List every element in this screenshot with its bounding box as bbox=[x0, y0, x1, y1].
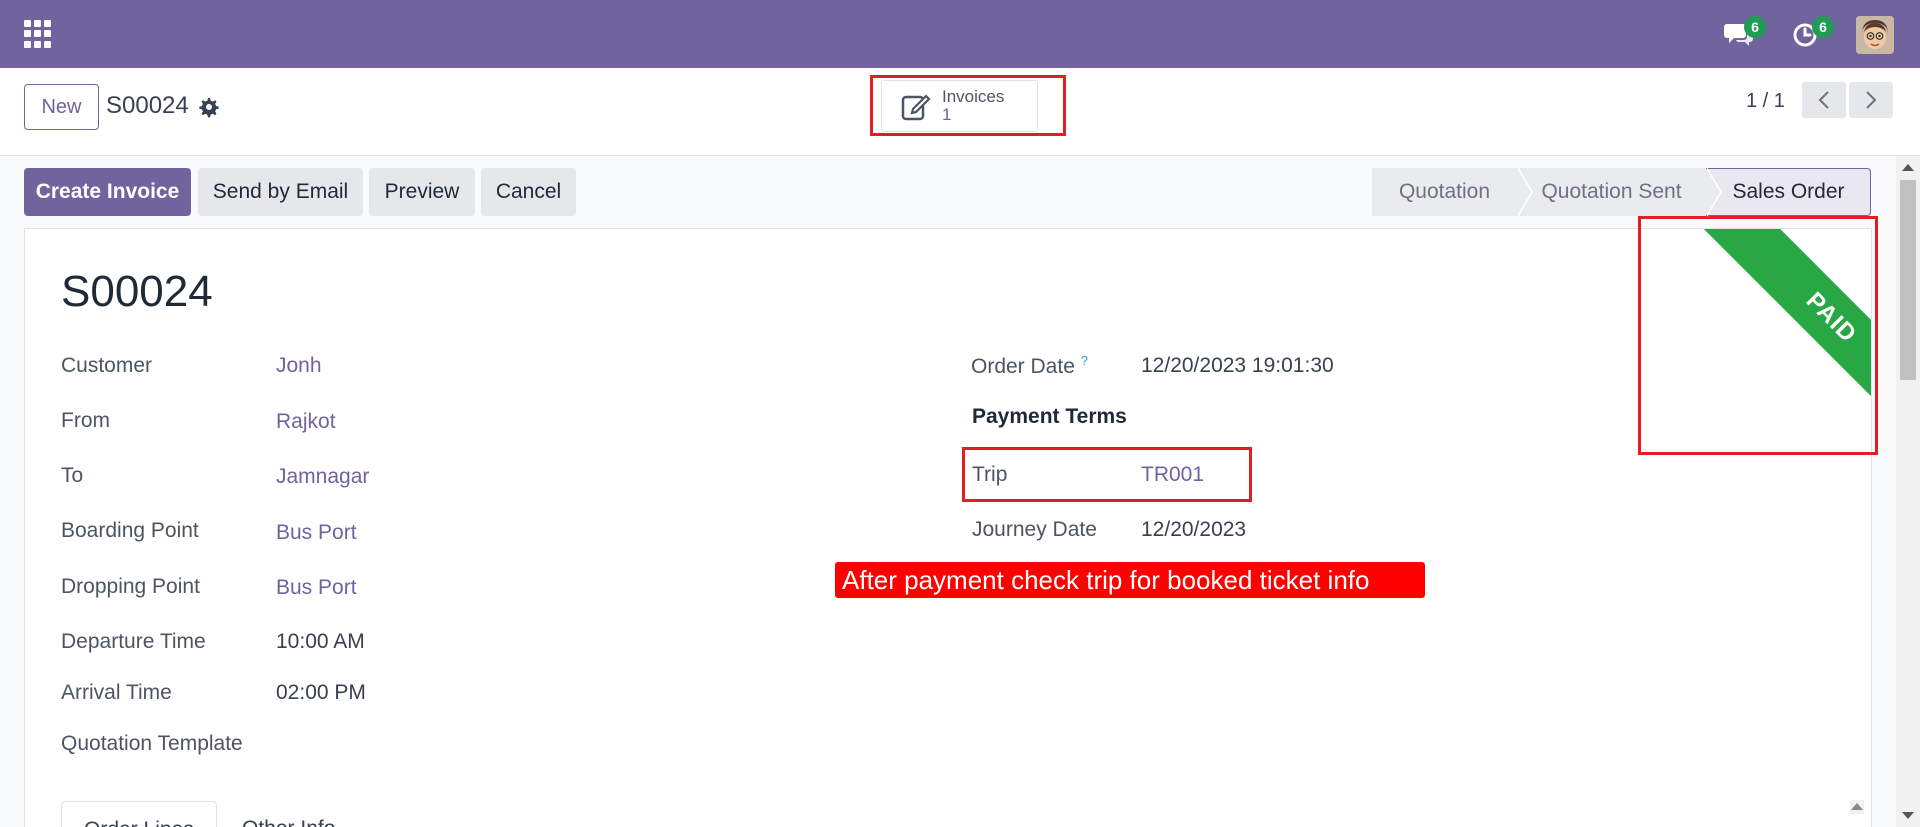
to-field[interactable]: Jamnagar bbox=[276, 465, 369, 489]
journey-date-field[interactable]: 12/20/2023 bbox=[1141, 518, 1246, 542]
top-navbar: 6 6 bbox=[0, 0, 1920, 68]
dropping-point-label: Dropping Point bbox=[61, 575, 200, 598]
chevron-right-icon bbox=[1866, 91, 1877, 109]
scroll-down-arrow[interactable] bbox=[1902, 812, 1914, 819]
breadcrumb-record-name: S00024 bbox=[106, 92, 189, 119]
create-invoice-button[interactable]: Create Invoice bbox=[24, 168, 191, 216]
order-date-label-text: Order Date bbox=[971, 355, 1075, 378]
payment-terms-label: Payment Terms bbox=[972, 405, 1127, 428]
scrollbar[interactable] bbox=[1896, 156, 1920, 827]
activities-count-badge: 6 bbox=[1812, 16, 1834, 38]
edit-document-icon bbox=[900, 90, 932, 122]
new-button[interactable]: New bbox=[24, 84, 99, 130]
departure-time-label: Departure Time bbox=[61, 630, 206, 653]
user-avatar[interactable] bbox=[1856, 16, 1894, 54]
send-by-email-button[interactable]: Send by Email bbox=[198, 168, 363, 216]
boarding-point-field[interactable]: Bus Port bbox=[276, 521, 357, 545]
boarding-point-label: Boarding Point bbox=[61, 519, 199, 542]
messages-icon[interactable]: 6 bbox=[1724, 16, 1766, 48]
stage-label: Sales Order bbox=[1732, 180, 1845, 203]
status-bar: Quotation Quotation Sent Sales Order bbox=[1372, 167, 1871, 217]
pager-next-button[interactable] bbox=[1849, 82, 1893, 118]
scroll-up-arrow[interactable] bbox=[1902, 164, 1914, 171]
chevron-left-icon bbox=[1818, 91, 1829, 109]
stage-sales-order[interactable]: Sales Order bbox=[1706, 168, 1871, 216]
dropping-point-field[interactable]: Bus Port bbox=[276, 576, 357, 600]
messages-count-badge: 6 bbox=[1744, 16, 1766, 38]
stage-quotation-sent[interactable]: Quotation Sent bbox=[1517, 167, 1722, 217]
grid-icon[interactable] bbox=[24, 20, 52, 48]
order-title: S00024 bbox=[61, 267, 213, 316]
invoices-smart-button[interactable]: Invoices 1 bbox=[881, 80, 1038, 132]
from-field[interactable]: Rajkot bbox=[276, 410, 336, 434]
quotation-template-label: Quotation Template bbox=[61, 732, 243, 755]
inner-scroll-corner bbox=[1850, 800, 1864, 814]
activity-clock-icon[interactable]: 6 bbox=[1792, 16, 1834, 48]
preview-button[interactable]: Preview bbox=[369, 168, 475, 216]
order-date-label-wrap: Order Date ? bbox=[971, 353, 1088, 379]
from-label: From bbox=[61, 409, 110, 432]
arrival-time-label: Arrival Time bbox=[61, 681, 172, 704]
smart-button-label: Invoices bbox=[942, 87, 1005, 106]
stage-quotation[interactable]: Quotation bbox=[1372, 167, 1533, 217]
stage-label: Quotation bbox=[1398, 180, 1491, 203]
tab-other-info[interactable]: Other Info bbox=[220, 801, 357, 827]
paid-ribbon-label: PAID bbox=[1698, 229, 1871, 449]
trip-label: Trip bbox=[972, 463, 1008, 486]
arrival-time-field[interactable]: 02:00 PM bbox=[276, 681, 366, 705]
tab-order-lines[interactable]: Order Lines bbox=[61, 801, 217, 827]
inner-scroll-up-arrow[interactable] bbox=[1851, 803, 1863, 810]
help-icon[interactable]: ? bbox=[1081, 353, 1088, 368]
quotation-template-field[interactable] bbox=[276, 732, 576, 758]
departure-time-field[interactable]: 10:00 AM bbox=[276, 630, 365, 654]
to-label: To bbox=[61, 464, 84, 487]
control-panel: New S00024 Invoices 1 1 / 1 bbox=[0, 68, 1920, 156]
form-sheet: S00024 PAID Customer Jonh From Rajkot To… bbox=[24, 228, 1872, 827]
scroll-thumb[interactable] bbox=[1900, 180, 1916, 380]
gear-icon[interactable] bbox=[197, 96, 219, 118]
cancel-button[interactable]: Cancel bbox=[481, 168, 576, 216]
pager-value[interactable]: 1 / 1 bbox=[1746, 90, 1785, 113]
pager-previous-button[interactable] bbox=[1802, 82, 1846, 118]
stage-label: Quotation Sent bbox=[1541, 180, 1682, 203]
customer-label: Customer bbox=[61, 354, 153, 377]
trip-field[interactable]: TR001 bbox=[1141, 463, 1204, 487]
order-date-field[interactable]: 12/20/2023 19:01:30 bbox=[1141, 354, 1334, 378]
annotation-callout: After payment check trip for booked tick… bbox=[835, 562, 1425, 598]
journey-date-label: Journey Date bbox=[972, 518, 1097, 541]
smart-button-count: 1 bbox=[942, 105, 952, 124]
paid-ribbon: PAID bbox=[1651, 229, 1871, 449]
customer-field[interactable]: Jonh bbox=[276, 354, 322, 378]
